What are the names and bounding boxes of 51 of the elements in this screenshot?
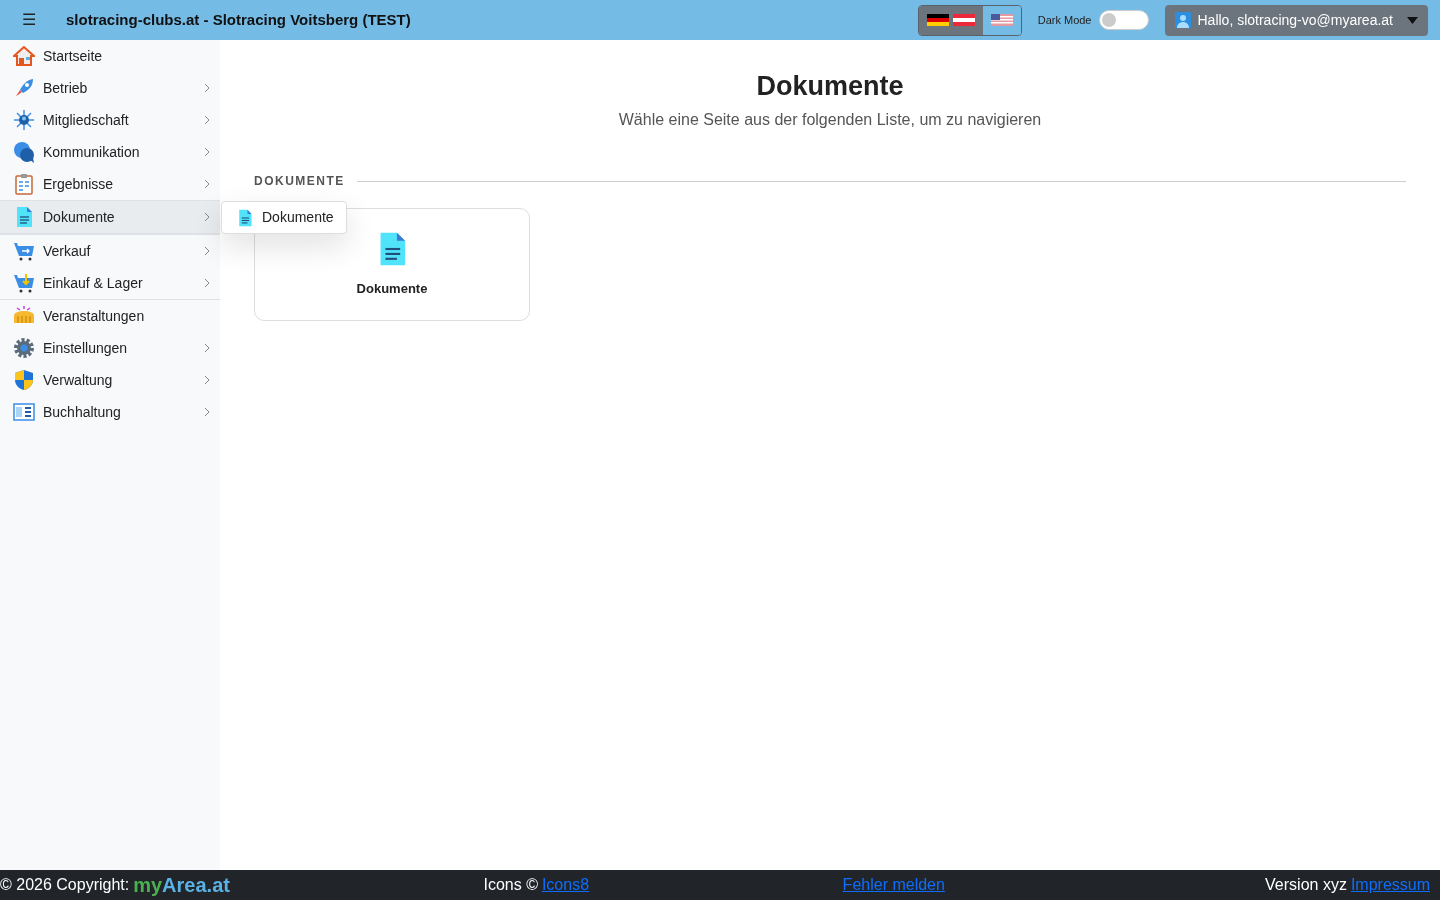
chevron-right-icon bbox=[204, 278, 210, 288]
caret-icon bbox=[1407, 16, 1418, 24]
menu-button[interactable]: ☰ bbox=[18, 8, 40, 32]
sidebar-item[interactable]: Veranstaltungen bbox=[0, 300, 220, 332]
sidebar-item[interactable]: Verkauf bbox=[0, 235, 220, 267]
network-icon bbox=[13, 109, 35, 131]
flag-icon bbox=[990, 14, 1013, 26]
chevron-right-icon bbox=[204, 83, 210, 93]
cart-icon bbox=[13, 240, 35, 262]
chevron-right-icon bbox=[204, 407, 210, 417]
sidebar-item[interactable]: Ergebnisse bbox=[0, 168, 220, 200]
cart-icon bbox=[13, 272, 35, 294]
document-icon bbox=[236, 208, 254, 227]
chat-icon bbox=[13, 141, 35, 163]
clipboard-icon bbox=[13, 173, 35, 195]
rocket-icon bbox=[13, 77, 35, 99]
credit-text: Icons © bbox=[483, 875, 538, 895]
chevron-right-icon bbox=[204, 147, 210, 157]
ledger-icon bbox=[13, 401, 35, 423]
chevron-right-icon bbox=[204, 375, 210, 385]
user-icon bbox=[1175, 12, 1192, 28]
chevron-right-icon bbox=[204, 115, 210, 125]
chevron-right-icon bbox=[204, 179, 210, 189]
sidebar-item[interactable]: Verwaltung bbox=[0, 364, 220, 396]
site-title: slotracing-clubs.at - Slotracing Voitsberg (TEST) bbox=[66, 9, 411, 30]
sidebar-item[interactable]: Kommunikation bbox=[0, 136, 220, 168]
gear-icon bbox=[13, 337, 35, 359]
sidebar-item[interactable]: Einstellungen bbox=[0, 332, 220, 364]
flag-icon bbox=[926, 14, 975, 26]
page-title: Dokumente bbox=[755, 70, 905, 103]
language-button[interactable] bbox=[918, 5, 983, 35]
sidebar-item[interactable]: Dokumente bbox=[0, 200, 220, 234]
copyright-text: © 2026 Copyright: bbox=[0, 875, 130, 895]
sidebar-item[interactable]: Betrieb bbox=[0, 72, 220, 104]
sidebar-item[interactable]: Mitgliedschaft bbox=[0, 104, 220, 136]
chevron-right-icon bbox=[204, 343, 210, 353]
house-icon bbox=[13, 45, 35, 67]
brand-logo: myArea.at bbox=[133, 873, 230, 898]
dark-mode-label: Dark Mode bbox=[1037, 12, 1092, 28]
chevron-right-icon bbox=[204, 246, 210, 256]
sidebar-item[interactable]: Startseite bbox=[0, 40, 220, 72]
version-text: Version xyz bbox=[1265, 875, 1347, 895]
shield-icon bbox=[13, 369, 35, 391]
section-heading: DOKUMENTE bbox=[254, 173, 345, 191]
submenu-item[interactable]: Dokumente bbox=[221, 201, 347, 234]
user-menu-button[interactable]: Hallo, slotracing-vo@myarea.at bbox=[1165, 4, 1428, 36]
chevron-right-icon bbox=[204, 212, 210, 222]
dark-mode-toggle[interactable] bbox=[1099, 10, 1150, 30]
sidebar-item[interactable]: Buchhaltung bbox=[0, 396, 220, 428]
sidebar-item[interactable]: Einkauf & Lager bbox=[0, 267, 220, 299]
page-subtitle: Wähle eine Seite aus der folgenden Liste, um zu navigieren bbox=[617, 110, 1043, 131]
